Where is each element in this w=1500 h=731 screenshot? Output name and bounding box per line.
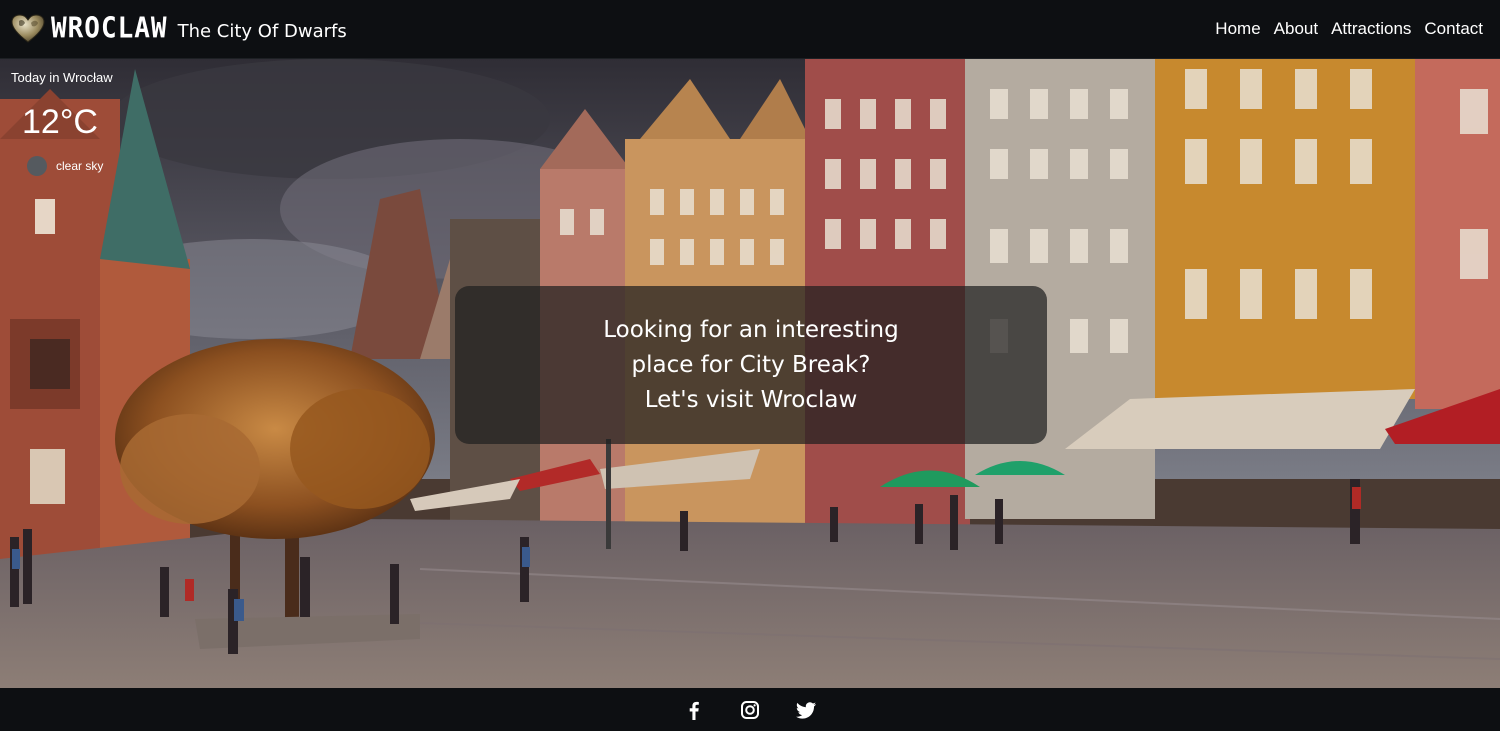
headline-line-2: place for City Break? <box>631 351 871 378</box>
weather-label: Today in Wrocław <box>11 70 113 85</box>
weather-temperature: 12°C <box>22 103 98 141</box>
weather-icon <box>27 156 47 176</box>
nav-link-about[interactable]: About <box>1274 19 1318 39</box>
hero-headline-box: Looking for an interesting place for Cit… <box>455 286 1047 444</box>
brand-name: WROCLAW <box>51 12 168 46</box>
nav-links: Home About Attractions Contact <box>1202 19 1483 39</box>
weather-widget: Today in Wrocław 12°C clear sky <box>11 70 113 176</box>
nav-link-contact[interactable]: Contact <box>1424 19 1483 39</box>
heart-logo-icon <box>11 14 45 43</box>
nav-link-home[interactable]: Home <box>1215 19 1260 39</box>
headline-line-1: Looking for an interesting <box>603 316 899 343</box>
weather-description: clear sky <box>56 159 104 173</box>
navbar: WROCLAW The City Of Dwarfs Home About At… <box>0 0 1500 59</box>
facebook-icon[interactable] <box>683 699 705 721</box>
headline-line-3: Let's visit Wroclaw <box>644 386 858 413</box>
twitter-icon[interactable] <box>795 699 817 721</box>
hero-section: Today in Wrocław 12°C clear sky Looking … <box>0 59 1500 688</box>
weather-description-row: clear sky <box>27 156 113 176</box>
footer <box>0 688 1500 731</box>
nav-link-attractions[interactable]: Attractions <box>1331 19 1411 39</box>
brand-tagline: The City Of Dwarfs <box>177 20 347 42</box>
brand-link[interactable]: WROCLAW The City Of Dwarfs <box>11 12 347 46</box>
instagram-icon[interactable] <box>739 699 761 721</box>
